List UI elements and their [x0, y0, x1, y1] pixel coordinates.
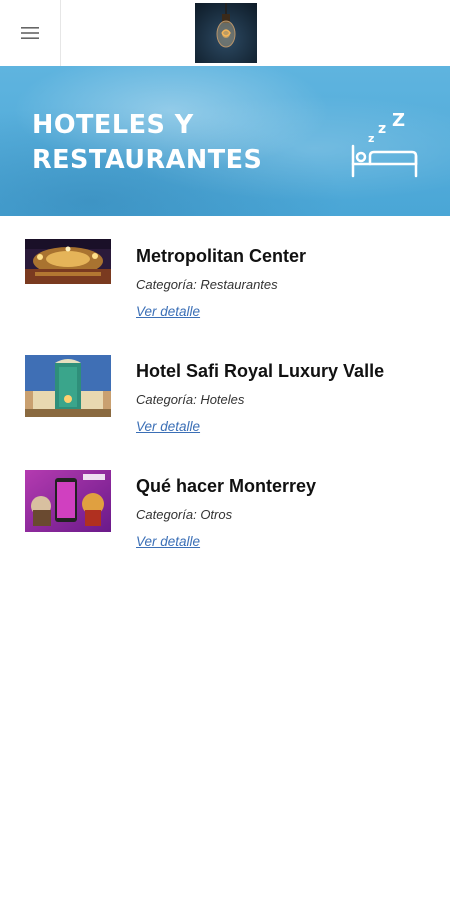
- lightbulb-logo: [216, 3, 236, 48]
- view-detail-link[interactable]: Ver detalle: [136, 419, 200, 434]
- list-item: Metropolitan Center Categoría: Restauran…: [0, 216, 450, 319]
- list-item: Hotel Safi Royal Luxury Valle Categoría:…: [0, 331, 450, 434]
- hamburger-menu-icon: [21, 27, 39, 39]
- svg-text:z: z: [368, 132, 374, 145]
- menu-button[interactable]: [0, 0, 61, 66]
- app-logo[interactable]: [195, 3, 257, 63]
- item-thumbnail[interactable]: [25, 470, 111, 532]
- item-thumbnail[interactable]: [25, 239, 111, 284]
- category-banner: HOTELES Y RESTAURANTES z z Z: [0, 66, 450, 216]
- item-thumbnail[interactable]: [25, 355, 111, 417]
- item-category: Categoría: Otros: [136, 507, 233, 522]
- item-title: Metropolitan Center: [136, 246, 307, 266]
- list-item: Qué hacer Monterrey Categoría: Otros Ver…: [0, 446, 450, 549]
- item-title: Qué hacer Monterrey: [136, 476, 317, 496]
- bed-sleep-icon: z z Z: [351, 110, 418, 178]
- item-title: Hotel Safi Royal Luxury Valle: [136, 361, 385, 381]
- svg-text:Z: Z: [392, 110, 405, 131]
- item-category: Categoría: Hoteles: [136, 392, 245, 407]
- item-category: Categoría: Restaurantes: [136, 277, 278, 292]
- top-bar: [0, 0, 450, 67]
- banner-title: HOTELES Y RESTAURANTES: [32, 110, 263, 175]
- svg-text:z: z: [378, 121, 386, 137]
- view-detail-link[interactable]: Ver detalle: [136, 534, 200, 549]
- view-detail-link[interactable]: Ver detalle: [136, 304, 200, 319]
